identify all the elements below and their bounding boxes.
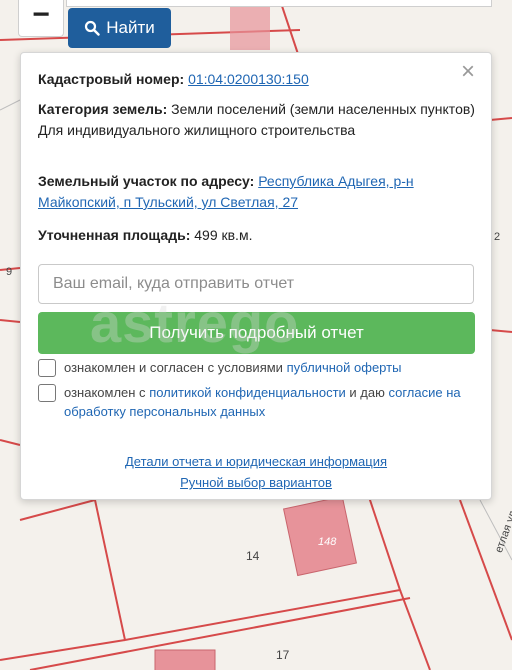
cadastral-number-row: Кадастровый номер: 01:04:0200130:150 [38,69,475,90]
privacy-checkbox[interactable] [38,384,56,402]
cadastral-number-link[interactable]: 01:04:0200130:150 [188,71,309,87]
consent-text: и даю [345,385,389,400]
area-label: Уточненная площадь: [38,227,191,243]
zoom-out-button[interactable]: − [18,0,64,37]
search-button-label: Найти [106,18,155,37]
report-details-link[interactable]: Детали отчета и юридическая информация [125,454,387,469]
offer-consent: ознакомлен и согласен с условиями публич… [38,358,401,377]
category-value: Земли поселений (земли населенных пункто… [171,101,475,117]
address-label: Земельный участок по адресу: [38,173,255,189]
usage-value: Для индивидуального жилищного строительс… [38,122,356,138]
search-input[interactable] [66,0,492,7]
offer-consent-label: ознакомлен и согласен с условиями публич… [64,358,401,377]
map-label: 2 [494,231,500,243]
map-label: 17 [276,648,290,662]
area-row: Уточненная площадь: 499 кв.м. [38,225,475,246]
privacy-consent-label: ознакомлен с политикой конфиденциальност… [64,383,474,421]
email-field[interactable] [38,264,474,304]
map-label: 14 [246,549,260,563]
area-value: 499 кв.м. [194,227,253,243]
cadastral-label: Кадастровый номер: [38,71,185,87]
address-row: Земельный участок по адресу: Республика … [38,171,475,213]
offer-checkbox[interactable] [38,359,56,377]
manual-selection-link[interactable]: Ручной выбор вариантов [180,475,332,490]
privacy-consent: ознакомлен с политикой конфиденциальност… [38,383,474,421]
search-icon [85,20,100,36]
category-label: Категория земель: [38,101,168,117]
consent-text: ознакомлен и согласен с условиями [64,360,287,375]
public-offer-link[interactable]: публичной оферты [287,360,402,375]
land-category-row: Категория земель: Земли поселений (земли… [38,99,475,141]
map-label: 148 [318,536,337,548]
privacy-policy-link[interactable]: политикой конфиденциальности [149,385,346,400]
consent-text: ознакомлен с [64,385,150,400]
map-label: 9 [6,266,12,278]
parcel-info-popup: × Кадастровый номер: 01:04:0200130:150 К… [20,52,492,500]
get-report-button[interactable]: Получить подробный отчет [38,312,475,354]
search-button[interactable]: Найти [68,8,171,48]
